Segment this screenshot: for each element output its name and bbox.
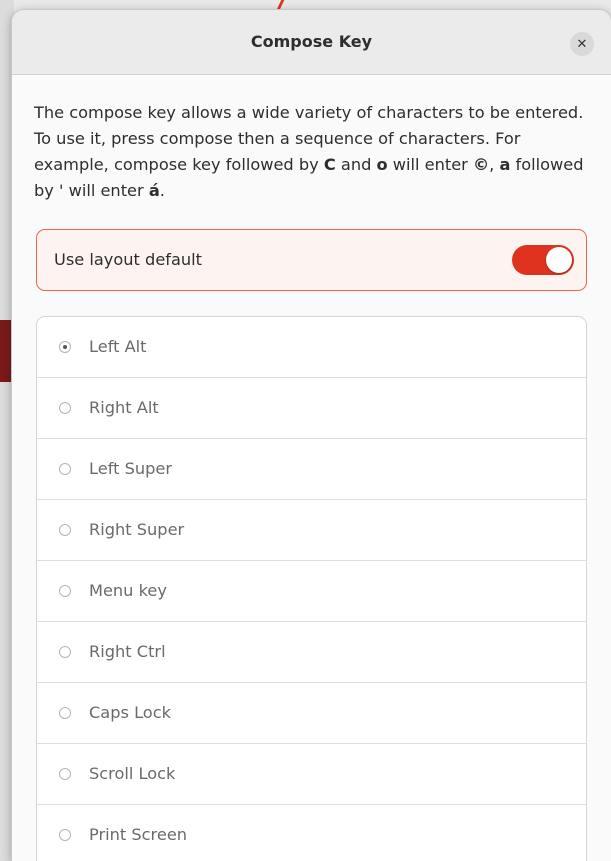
close-icon: ✕ <box>576 36 588 52</box>
radio-button[interactable] <box>59 829 71 841</box>
close-button[interactable]: ✕ <box>570 32 594 56</box>
option-right-super[interactable]: Right Super <box>37 500 586 561</box>
option-label: Caps Lock <box>89 703 171 722</box>
description-copyright-symbol: © <box>472 155 490 174</box>
option-right-alt[interactable]: Right Alt <box>37 378 586 439</box>
description-text: and <box>335 155 377 174</box>
option-scroll-lock[interactable]: Scroll Lock <box>37 744 586 805</box>
option-label: Print Screen <box>89 825 188 844</box>
radio-button[interactable] <box>59 402 71 414</box>
option-menu-key[interactable]: Menu key <box>37 561 586 622</box>
background-accent-block <box>0 320 12 382</box>
radio-button[interactable] <box>59 646 71 658</box>
description-key-a: a <box>499 155 511 174</box>
compose-key-dialog: Compose Key ✕ The compose key allows a w… <box>12 10 611 861</box>
compose-key-description: The compose key allows a wide variety of… <box>34 100 594 204</box>
option-left-alt[interactable]: Left Alt <box>37 317 586 378</box>
description-text: . <box>159 181 165 200</box>
option-label: Scroll Lock <box>89 764 176 783</box>
description-key-c: C <box>323 155 336 174</box>
use-layout-default-label: Use layout default <box>54 250 202 269</box>
option-label: Left Alt <box>89 337 147 356</box>
option-caps-lock[interactable]: Caps Lock <box>37 683 586 744</box>
option-label: Menu key <box>89 581 167 600</box>
description-a-acute: á <box>148 181 160 200</box>
compose-key-options-list: Left Alt Right Alt Left Super Right Supe… <box>36 316 587 861</box>
use-layout-default-toggle[interactable] <box>512 245 574 275</box>
option-right-ctrl[interactable]: Right Ctrl <box>37 622 586 683</box>
radio-button[interactable] <box>59 707 71 719</box>
description-key-o: o <box>376 155 388 174</box>
radio-button[interactable] <box>59 524 71 536</box>
radio-button[interactable] <box>59 585 71 597</box>
dialog-title: Compose Key <box>250 32 373 51</box>
option-label: Left Super <box>89 459 173 478</box>
toggle-knob <box>546 247 572 273</box>
option-label: Right Alt <box>89 398 159 417</box>
option-label: Right Ctrl <box>89 642 166 661</box>
radio-button[interactable] <box>59 768 71 780</box>
use-layout-default-row[interactable]: Use layout default <box>36 229 587 291</box>
radio-button-checked[interactable] <box>59 341 71 353</box>
description-text: will enter <box>387 155 473 174</box>
option-left-super[interactable]: Left Super <box>37 439 586 500</box>
option-print-screen[interactable]: Print Screen <box>37 805 586 861</box>
description-text: , <box>489 155 500 174</box>
radio-button[interactable] <box>59 463 71 475</box>
option-label: Right Super <box>89 520 185 539</box>
dialog-titlebar: Compose Key ✕ <box>12 10 611 75</box>
